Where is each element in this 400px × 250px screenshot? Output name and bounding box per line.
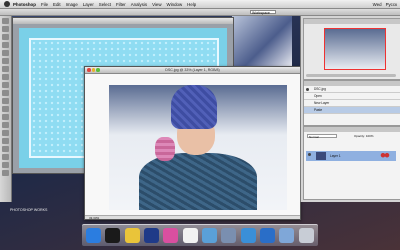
path-select-tool-icon[interactable]: [2, 146, 9, 152]
move-tool-icon[interactable]: [2, 18, 9, 24]
dock: [82, 224, 318, 246]
pen-tool-icon[interactable]: [2, 130, 9, 136]
eraser-tool-icon[interactable]: [2, 98, 9, 104]
history-row[interactable]: New Layer: [304, 100, 400, 107]
shape-tool-icon[interactable]: [2, 154, 9, 160]
document-titlebar[interactable]: DSC.jpg @ 33% (Layer 1, RGB/8): [85, 67, 300, 74]
workspace-select[interactable]: Workspace: [250, 10, 276, 15]
menubar-status: Wed Pусск: [373, 2, 400, 7]
magic-wand-tool-icon[interactable]: [2, 42, 9, 48]
itunes-icon[interactable]: [163, 228, 179, 243]
menu-window[interactable]: Window: [167, 2, 183, 7]
layer-thumbnail: [316, 152, 326, 160]
iphoto-icon[interactable]: [202, 228, 218, 243]
chrome-icon[interactable]: [124, 228, 140, 243]
folder-icon[interactable]: [279, 228, 295, 243]
layers-tabs[interactable]: [304, 127, 400, 132]
menu-filter[interactable]: Filter: [116, 2, 126, 7]
menu-bar: Photoshop File Edit Image Layer Select F…: [0, 0, 400, 9]
photo-canvas[interactable]: [109, 85, 287, 210]
figures-icon: [380, 152, 390, 160]
history-label: Paste: [314, 108, 323, 112]
photoshop-icon[interactable]: [144, 228, 160, 243]
calendar-icon[interactable]: [182, 228, 198, 243]
eye-icon[interactable]: [308, 152, 311, 156]
dodge-tool-icon[interactable]: [2, 122, 9, 128]
marquee-tool-icon[interactable]: [2, 26, 9, 32]
zoom-tool-icon[interactable]: [2, 170, 9, 176]
menu-layer[interactable]: Layer: [83, 2, 94, 7]
child-hat: [171, 85, 217, 129]
preview-icon[interactable]: [221, 228, 237, 243]
history-label: New Layer: [314, 101, 330, 105]
main-document-window[interactable]: DSC.jpg @ 33% (Layer 1, RGB/8) 33.33%: [84, 66, 301, 220]
menu-help[interactable]: Help: [187, 2, 196, 7]
document-title: DSC.jpg @ 33% (Layer 1, RGB/8): [165, 68, 220, 72]
history-row[interactable]: Open: [304, 93, 400, 100]
menu-analysis[interactable]: Analysis: [131, 2, 147, 7]
history-label: DSC.jpg: [314, 87, 326, 91]
child-coat: [139, 153, 257, 210]
crop-tool-icon[interactable]: [2, 50, 9, 56]
hand-tool-icon[interactable]: [2, 162, 9, 168]
blend-mode-select[interactable]: Normal: [307, 134, 337, 139]
layer-name: Layer 1: [330, 154, 341, 158]
menu-select[interactable]: Select: [99, 2, 111, 7]
snapshot-icon: [306, 87, 309, 91]
panels-dock: DSC.jpg Open New Layer Paste Normal Opac…: [300, 16, 400, 202]
healing-tool-icon[interactable]: [2, 66, 9, 72]
finder-icon[interactable]: [86, 228, 102, 243]
app-menu[interactable]: Photoshop: [13, 2, 36, 7]
navigator-panel: [303, 18, 400, 80]
brush-tool-icon[interactable]: [2, 74, 9, 80]
navigator-thumbnail[interactable]: [324, 28, 386, 70]
history-panel: DSC.jpg Open New Layer Paste: [303, 80, 400, 126]
history-row[interactable]: DSC.jpg: [304, 86, 400, 93]
navigator-tabs[interactable]: [304, 19, 400, 24]
blur-tool-icon[interactable]: [2, 114, 9, 120]
clock[interactable]: Wed: [373, 2, 382, 7]
lasso-tool-icon[interactable]: [2, 34, 9, 40]
history-row-selected[interactable]: Paste: [304, 107, 400, 114]
desktop-label: PHOTOSHOP WORKS: [10, 208, 48, 212]
history-brush-tool-icon[interactable]: [2, 90, 9, 96]
layer-row-selected[interactable]: Layer 1: [306, 151, 396, 161]
toolbox: [0, 16, 12, 202]
dashboard-icon[interactable]: [105, 228, 121, 243]
status-bar: 33.33%: [85, 215, 300, 220]
layers-panel: Normal Opacity: 100% Layer 1: [303, 126, 400, 200]
menu-edit[interactable]: Edit: [53, 2, 61, 7]
safari-icon[interactable]: [240, 228, 256, 243]
menu-file[interactable]: File: [41, 2, 48, 7]
menu-view[interactable]: View: [152, 2, 161, 7]
apple-icon[interactable]: [4, 1, 10, 7]
input-language[interactable]: Pусск: [386, 2, 397, 7]
history-label: Open: [314, 94, 322, 98]
options-bar: Workspace: [0, 9, 400, 16]
app-icon[interactable]: [260, 228, 276, 243]
trash-icon[interactable]: [298, 228, 314, 243]
eyedropper-tool-icon[interactable]: [2, 58, 9, 64]
stamp-tool-icon[interactable]: [2, 82, 9, 88]
child-glove: [155, 137, 175, 161]
gradient-tool-icon[interactable]: [2, 106, 9, 112]
type-tool-icon[interactable]: [2, 138, 9, 144]
navigator-zoom-slider[interactable]: [306, 74, 396, 77]
menu-image[interactable]: Image: [66, 2, 78, 7]
background-document-titlebar[interactable]: [13, 18, 233, 24]
desktop-photo: [232, 8, 292, 66]
opacity-field[interactable]: Opacity: 100%: [354, 134, 374, 138]
